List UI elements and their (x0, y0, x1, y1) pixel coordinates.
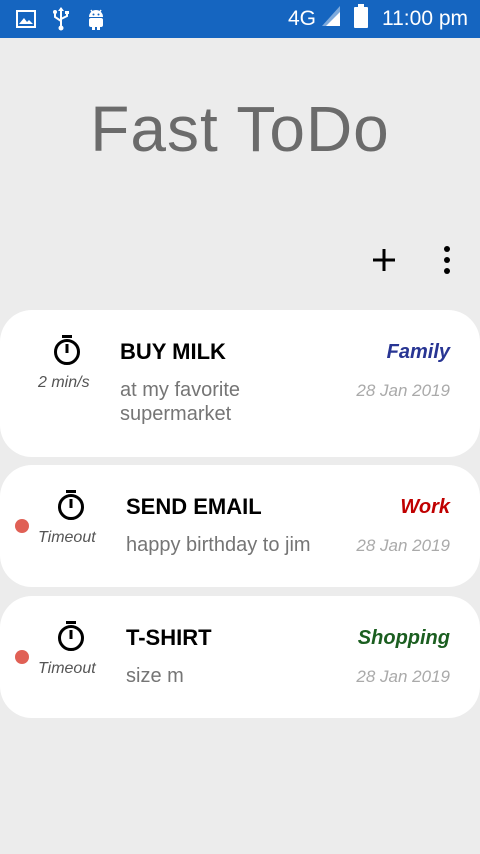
stopwatch-icon (58, 621, 84, 651)
task-card[interactable]: Timeout SEND EMAIL happy birthday to jim… (0, 465, 480, 587)
usb-icon (52, 7, 70, 31)
battery-icon (354, 4, 368, 34)
task-date: 28 Jan 2019 (356, 536, 450, 555)
more-options-button[interactable] (436, 244, 458, 276)
task-description: size m (126, 665, 184, 687)
add-task-button[interactable] (370, 246, 398, 274)
timeout-indicator (15, 650, 29, 664)
task-title: BUY MILK (120, 339, 226, 364)
task-date: 28 Jan 2019 (356, 667, 450, 686)
timer-label: Timeout (38, 529, 96, 546)
timer-label: 2 min/s (38, 374, 90, 391)
status-bar: 4G 11:00 pm (0, 0, 480, 38)
task-date: 28 Jan 2019 (356, 381, 450, 400)
android-icon (86, 8, 106, 30)
task-card[interactable]: 2 min/s BUY MILK at my favorite supermar… (0, 310, 480, 457)
task-description: at my favorite supermarket (120, 379, 241, 425)
task-category: Shopping (357, 627, 450, 649)
task-card[interactable]: Timeout T-SHIRT size m Shopping 28 Jan 2… (0, 596, 480, 718)
network-type: 4G (287, 7, 316, 30)
task-title: SEND EMAIL (126, 494, 262, 519)
signal-icon (322, 6, 340, 32)
stopwatch-icon (54, 335, 80, 365)
plus-icon (373, 249, 395, 271)
clock: 11:00 pm (382, 7, 468, 30)
more-vert-icon (444, 246, 450, 274)
stopwatch-icon (58, 490, 84, 520)
timer-label: Timeout (38, 660, 96, 677)
task-category: Family (386, 341, 450, 363)
gallery-icon (16, 9, 36, 29)
task-category: Work (400, 496, 450, 518)
timeout-indicator (15, 519, 29, 533)
app-title: Fast ToDo (90, 93, 390, 165)
task-title: T-SHIRT (126, 625, 212, 650)
task-description: happy birthday to jim (126, 534, 311, 556)
